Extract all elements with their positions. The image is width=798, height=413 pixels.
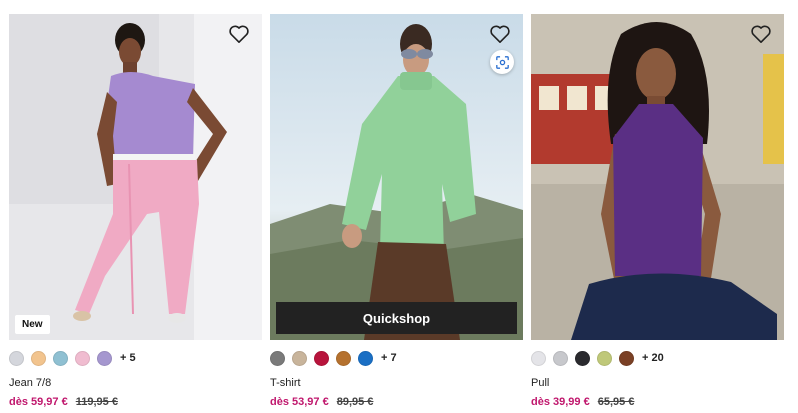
product-photo-pull xyxy=(531,14,784,340)
color-swatch[interactable] xyxy=(75,350,90,366)
original-price: 119,95 € xyxy=(75,396,118,408)
color-swatch[interactable] xyxy=(619,350,634,366)
price-row: dès 59,97 € 119,95 € xyxy=(9,396,262,408)
product-image-jean[interactable]: New xyxy=(9,14,262,340)
color-swatch[interactable] xyxy=(53,350,68,366)
product-name[interactable]: T-shirt xyxy=(270,377,523,390)
original-price: 89,95 € xyxy=(336,396,374,408)
product-name[interactable]: Pull xyxy=(531,377,784,390)
color-swatch[interactable] xyxy=(97,350,112,366)
visual-search-icon[interactable] xyxy=(490,50,514,74)
color-swatches: + 20 xyxy=(531,350,784,366)
product-photo-jean xyxy=(9,14,262,340)
sale-price: dès 53,97 € xyxy=(270,396,329,408)
product-photo-tshirt xyxy=(270,14,523,340)
color-swatch[interactable] xyxy=(31,350,46,366)
sale-price: dès 59,97 € xyxy=(9,396,68,408)
original-price: 65,95 € xyxy=(597,396,635,408)
more-colors-link[interactable]: + 7 xyxy=(381,352,397,364)
price-row: dès 53,97 € 89,95 € xyxy=(270,396,523,408)
color-swatch[interactable] xyxy=(270,350,285,366)
new-badge: New xyxy=(15,315,50,334)
color-swatch[interactable] xyxy=(553,350,568,366)
color-swatches: + 7 xyxy=(270,350,523,366)
wishlist-heart-icon[interactable] xyxy=(750,24,772,44)
more-colors-link[interactable]: + 20 xyxy=(642,352,664,364)
wishlist-heart-icon[interactable] xyxy=(489,24,511,44)
color-swatches: + 5 xyxy=(9,350,262,366)
product-image-pull[interactable] xyxy=(531,14,784,340)
more-colors-link[interactable]: + 5 xyxy=(120,352,136,364)
color-swatch[interactable] xyxy=(597,350,612,366)
color-swatch[interactable] xyxy=(358,350,373,366)
quickshop-button[interactable]: Quickshop xyxy=(276,302,517,334)
product-card-tshirt[interactable]: Quickshop + 7 T-shirt dès 53,97 € 89,95 … xyxy=(270,14,523,408)
wishlist-heart-icon[interactable] xyxy=(228,24,250,44)
product-image-tshirt[interactable]: Quickshop xyxy=(270,14,523,340)
sale-price: dès 39,99 € xyxy=(531,396,590,408)
color-swatch[interactable] xyxy=(9,350,24,366)
product-card-jean[interactable]: New + 5 Jean 7/8 dès 59,97 € 119,95 € xyxy=(9,14,262,408)
price-row: dès 39,99 € 65,95 € xyxy=(531,396,784,408)
color-swatch[interactable] xyxy=(314,350,329,366)
color-swatch[interactable] xyxy=(575,350,590,366)
color-swatch[interactable] xyxy=(531,350,546,366)
color-swatch[interactable] xyxy=(336,350,351,366)
color-swatch[interactable] xyxy=(292,350,307,366)
product-name[interactable]: Jean 7/8 xyxy=(9,377,262,390)
product-card-pull[interactable]: + 20 Pull dès 39,99 € 65,95 € xyxy=(531,14,784,408)
